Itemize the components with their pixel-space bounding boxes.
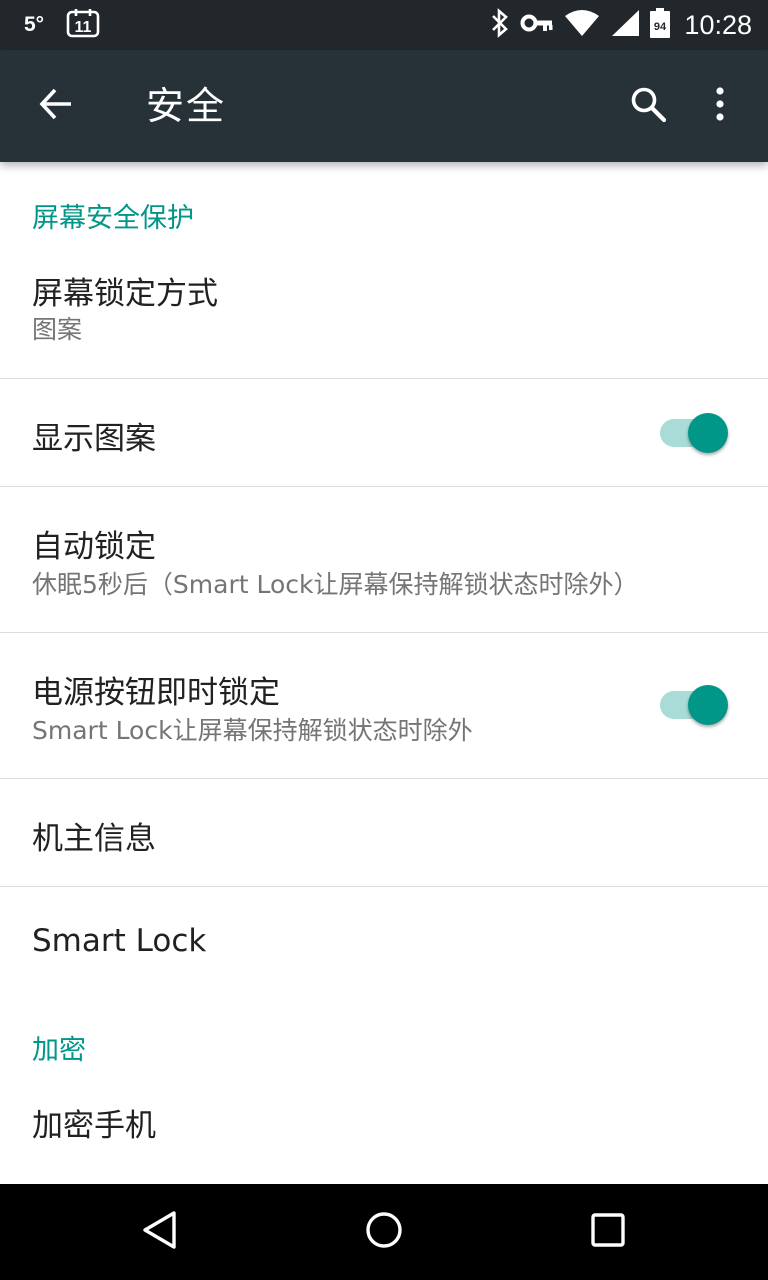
pref-screen-lock[interactable]: 屏幕锁定方式 图案 [0,248,768,378]
pref-power-button-lock-title: 电源按钮即时锁定 [32,675,280,711]
page-title: 安全 [146,84,227,128]
pref-screen-lock-summary: 图案 [32,315,83,344]
battery-level-text: 94 [654,21,667,33]
pref-smart-lock[interactable]: Smart Lock [0,887,768,995]
square-recents-icon [588,1210,628,1254]
section-header-screen-security: 屏幕安全保护 [32,203,194,234]
navigation-bar [0,1184,768,1280]
bluetooth-icon [490,8,510,42]
nav-recents-button[interactable] [576,1200,640,1264]
pref-auto-lock-title: 自动锁定 [32,529,156,565]
toggle-thumb [688,413,728,453]
power-button-lock-toggle[interactable] [660,683,732,727]
arrow-left-icon [38,86,74,126]
status-bar: 5° 11 94 10:28 [0,0,768,50]
settings-list: 屏幕安全保护 屏幕锁定方式 图案 显示图案 自动锁定 休眠5秒后（Smart L… [0,162,768,1184]
pref-encrypt-phone-title: 加密手机 [32,1108,156,1144]
pref-show-pattern[interactable]: 显示图案 [0,379,768,486]
show-pattern-toggle[interactable] [660,411,732,455]
status-left-group: 5° 11 [24,0,100,50]
pref-auto-lock[interactable]: 自动锁定 休眠5秒后（Smart Lock让屏幕保持解锁状态时除外） [0,487,768,632]
pref-smart-lock-title: Smart Lock [32,923,207,959]
toggle-thumb [688,685,728,725]
search-icon [629,85,667,127]
triangle-back-icon [140,1210,180,1254]
more-vert-icon [715,86,725,126]
calendar-icon: 11 [66,8,100,42]
wifi-icon [564,9,600,41]
pref-owner-info[interactable]: 机主信息 [0,779,768,886]
vpn-key-icon [520,12,554,38]
back-button[interactable] [24,74,88,138]
more-options-button[interactable] [692,74,748,138]
pref-power-button-lock[interactable]: 电源按钮即时锁定 Smart Lock让屏幕保持解锁状态时除外 [0,633,768,778]
status-right-group: 94 10:28 [490,0,752,50]
app-bar: 安全 [0,50,768,162]
battery-icon: 94 [650,8,671,42]
pref-show-pattern-title: 显示图案 [32,421,156,457]
clock-text: 10:28 [684,9,752,40]
cell-signal-icon [610,9,640,41]
pref-encrypt-phone[interactable]: 加密手机 [0,1072,768,1184]
temperature-text: 5° [24,13,45,36]
pref-owner-info-title: 机主信息 [32,821,156,857]
pref-screen-lock-title: 屏幕锁定方式 [32,276,218,312]
nav-home-button[interactable] [352,1200,416,1264]
nav-back-button[interactable] [128,1200,192,1264]
pref-power-button-lock-summary: Smart Lock让屏幕保持解锁状态时除外 [32,716,473,745]
pref-auto-lock-summary: 休眠5秒后（Smart Lock让屏幕保持解锁状态时除外） [32,570,639,599]
search-button[interactable] [616,74,680,138]
calendar-day-text: 11 [75,19,92,36]
section-header-encryption: 加密 [32,1035,86,1066]
circle-home-icon [364,1210,404,1254]
